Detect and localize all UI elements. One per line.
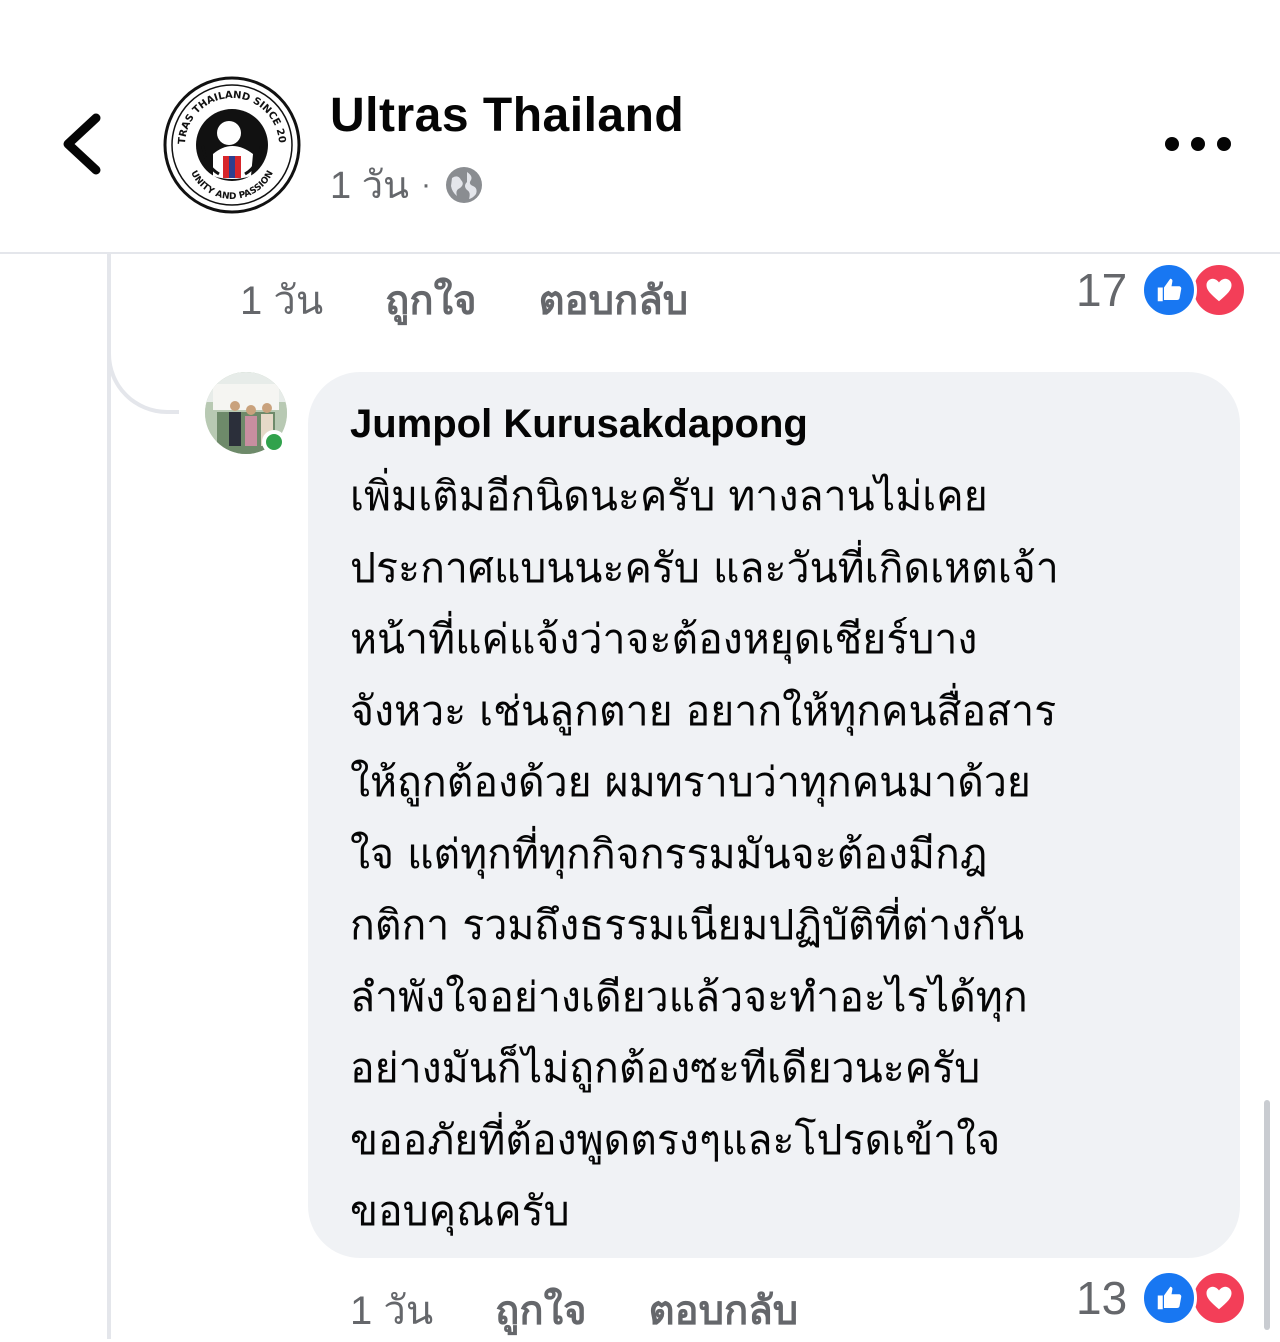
previous-comment-reactions[interactable]: 17 bbox=[1076, 262, 1248, 318]
comment-time[interactable]: 1 วัน bbox=[350, 1278, 433, 1342]
post-meta: 1 วัน · bbox=[330, 154, 485, 215]
comment-text: เพิ่มเติมอีกนิดนะครับ ทางลานไม่เคย ประกา… bbox=[350, 461, 1200, 1248]
globe-icon bbox=[446, 166, 483, 203]
comment-line: กติกา รวมถึงธรรมเนียมปฏิบัติที่ต่างกัน bbox=[350, 901, 1025, 949]
comment-time[interactable]: 1 วัน bbox=[240, 268, 323, 332]
like-button[interactable]: ถูกใจ bbox=[495, 1278, 586, 1342]
comment-line: จังหวะ เช่นลูกตาย อยากให้ทุกคนสื่อสาร bbox=[350, 686, 1057, 735]
reply-reactions[interactable]: 13 bbox=[1076, 1270, 1248, 1326]
more-options-icon[interactable] bbox=[1160, 124, 1236, 164]
page-name[interactable]: Ultras Thailand bbox=[330, 88, 684, 143]
meta-separator: · bbox=[421, 167, 432, 201]
comment-line: ประกาศแบนนะครับ และวันที่เกิดเหตเจ้า bbox=[350, 543, 1059, 592]
comment-line: ขออภัยที่ต้องพูดตรงๆและโปรดเข้าใจ bbox=[350, 1115, 1001, 1164]
reply-actions: 1 วัน ถูกใจ ตอบกลับ bbox=[350, 1278, 860, 1342]
thread-connector bbox=[107, 254, 179, 414]
heart-icon bbox=[1206, 278, 1232, 302]
reply-button[interactable]: ตอบกลับ bbox=[649, 1278, 799, 1342]
back-chevron-icon[interactable] bbox=[56, 112, 108, 176]
comment-bubble: Jumpol Kurusakdapong เพิ่มเติมอีกนิดนะคร… bbox=[308, 372, 1240, 1258]
scrollbar-thumb[interactable] bbox=[1264, 1100, 1270, 1330]
like-reaction-icon bbox=[1141, 1270, 1198, 1326]
comment-line: ขอบคุณครับ bbox=[350, 1187, 570, 1235]
comment-line: ใจ แต่ทุกที่ทุกกิจกรรมมันจะต้องมีกฎ bbox=[350, 829, 988, 878]
like-reaction-icon bbox=[1141, 262, 1198, 318]
thread-line bbox=[107, 254, 111, 1339]
heart-icon bbox=[1206, 1286, 1232, 1310]
page-logo-avatar[interactable]: ULTRAS THAILAND SINCE 2012 UNITY AND PAS… bbox=[163, 76, 301, 214]
comment-line: หน้าที่แค่แจ้งว่าจะต้องหยุดเชียร์บาง bbox=[350, 615, 978, 663]
like-button[interactable]: ถูกใจ bbox=[385, 268, 476, 332]
comment-line: ให้ถูกต้องด้วย ผมทราบว่าทุกคนมาด้วย bbox=[350, 758, 1031, 806]
post-time[interactable]: 1 วัน bbox=[330, 154, 409, 215]
love-reaction-icon bbox=[1191, 1270, 1248, 1326]
comment-line: ลำพังใจอย่างเดียวแล้วจะทำอะไรได้ทุก bbox=[350, 972, 1028, 1021]
reply-button[interactable]: ตอบกลับ bbox=[539, 268, 689, 332]
love-reaction-icon bbox=[1191, 262, 1248, 318]
online-status-dot bbox=[262, 430, 286, 454]
thumbs-up-icon bbox=[1157, 278, 1182, 302]
comment-line: เพิ่มเติมอีกนิดนะครับ ทางลานไม่เคย bbox=[350, 472, 988, 520]
reaction-count: 13 bbox=[1076, 1272, 1128, 1324]
reaction-count: 17 bbox=[1076, 264, 1128, 316]
thumbs-up-icon bbox=[1157, 1286, 1182, 1310]
comment-author[interactable]: Jumpol Kurusakdapong bbox=[350, 402, 1200, 447]
previous-comment-actions: 1 วัน ถูกใจ ตอบกลับ bbox=[240, 268, 750, 332]
post-header: ULTRAS THAILAND SINCE 2012 UNITY AND PAS… bbox=[0, 0, 1280, 254]
comment-line: อย่างมันก็ไม่ถูกต้องซะทีเดียวนะครับ bbox=[350, 1044, 981, 1092]
